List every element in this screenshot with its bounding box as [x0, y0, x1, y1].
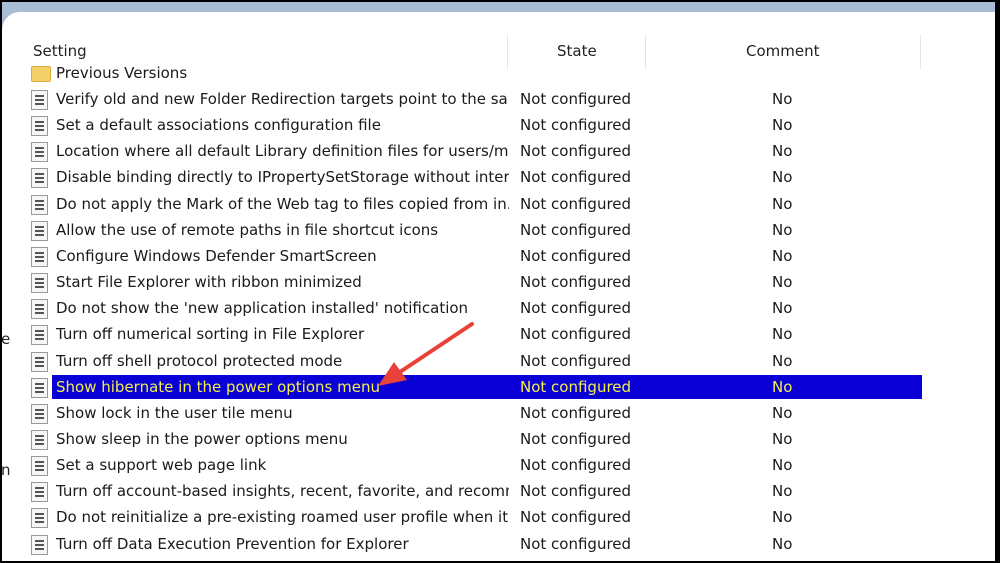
policy-list-pane: Setting State Comment e n Previous Versi… [2, 12, 995, 561]
window-frame: Setting State Comment e n Previous Versi… [2, 2, 995, 561]
annotation-arrow [378, 322, 474, 386]
